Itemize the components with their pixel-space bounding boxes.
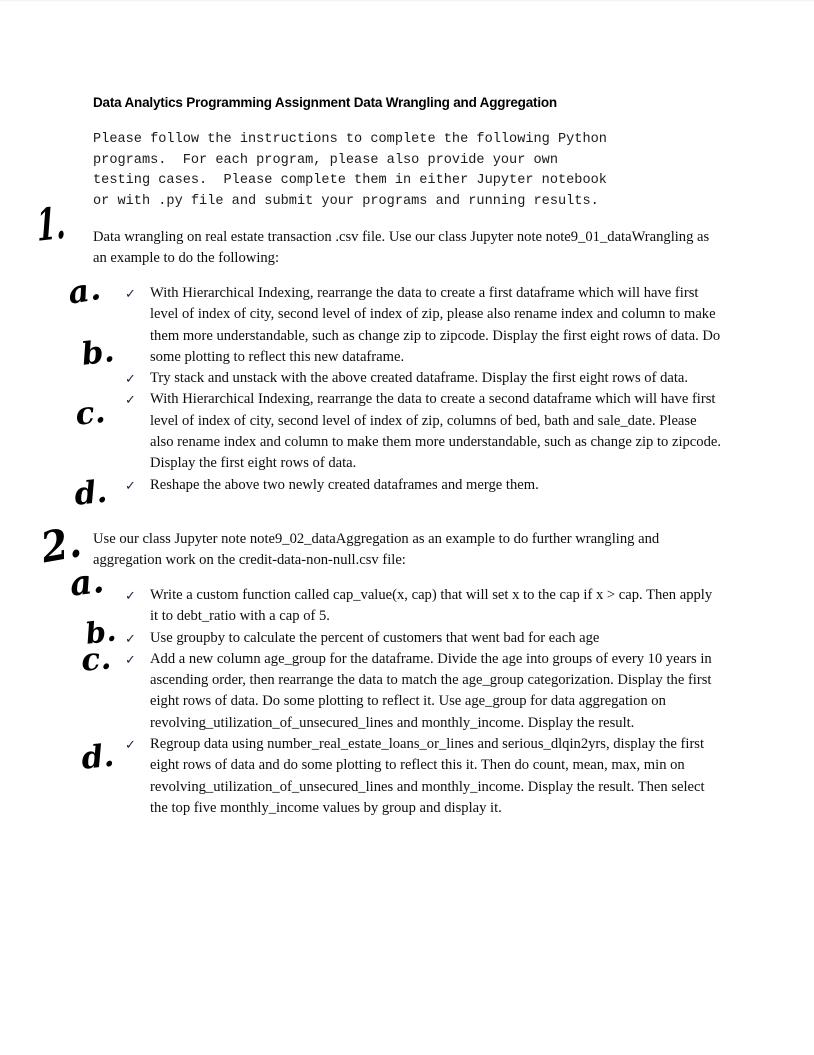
- section-2-bullet-list: ✓ Write a custom function called cap_val…: [122, 585, 722, 819]
- handwritten-annotation-section-2: 2.: [37, 517, 85, 573]
- handwritten-annotation-1d: d.: [72, 473, 109, 513]
- list-item-text: Reshape the above two newly created data…: [150, 476, 539, 493]
- handwritten-annotation-1c: c.: [73, 393, 107, 433]
- instructions-paragraph: Please follow the instructions to comple…: [93, 132, 607, 209]
- handwritten-annotation-section-1: 1.: [35, 197, 67, 252]
- section-1-intro: Data wrangling on real estate transactio…: [93, 229, 710, 267]
- list-item: ✓ Use groupby to calculate the percent o…: [122, 628, 722, 649]
- section-1-bullet-list: ✓ With Hierarchical Indexing, rearrange …: [122, 283, 722, 496]
- list-item-text: Add a new column age_group for the dataf…: [150, 650, 712, 731]
- list-item-text: With Hierarchical Indexing, rearrange th…: [150, 285, 721, 365]
- list-item-text: Regroup data using number_real_estate_lo…: [150, 736, 705, 816]
- list-item: ✓ Reshape the above two newly created da…: [122, 475, 722, 496]
- handwritten-annotation-2c: c.: [79, 640, 113, 679]
- list-item: ✓ With Hierarchical Indexing, rearrange …: [122, 389, 722, 474]
- list-item-text: Use groupby to calculate the percent of …: [150, 629, 600, 646]
- list-item: ✓ With Hierarchical Indexing, rearrange …: [122, 283, 722, 368]
- list-item: ✓ Try stack and unstack with the above c…: [122, 368, 722, 389]
- list-item-text: Write a custom function called cap_value…: [150, 587, 713, 625]
- handwritten-annotation-2d: d.: [79, 737, 116, 777]
- checkmark-icon: ✓: [125, 477, 136, 493]
- checkmark-icon: ✓: [125, 286, 136, 301]
- checkmark-icon: ✓: [125, 371, 136, 387]
- checkmark-icon: ✓: [125, 588, 136, 603]
- handwritten-annotation-1a: a.: [65, 270, 104, 312]
- checkmark-icon: ✓: [125, 392, 136, 408]
- handwritten-annotation-2a: a.: [67, 560, 107, 605]
- page-top-edge: [0, 0, 814, 2]
- list-item-text: Try stack and unstack with the above cre…: [150, 370, 689, 387]
- list-item: ✓ Regroup data using number_real_estate_…: [122, 734, 722, 819]
- handwritten-annotation-1b: b.: [79, 333, 117, 373]
- checkmark-icon: ✓: [125, 630, 136, 646]
- checkmark-icon: ✓: [125, 737, 136, 753]
- list-item-text: With Hierarchical Indexing, rearrange th…: [150, 391, 721, 472]
- list-item: ✓ Write a custom function called cap_val…: [122, 585, 722, 628]
- section-2-intro: Use our class Jupyter note note9_02_data…: [93, 531, 660, 569]
- list-item: ✓ Add a new column age_group for the dat…: [122, 649, 722, 734]
- document-page: Data Analytics Programming Assignment Da…: [0, 0, 814, 1055]
- checkmark-icon: ✓: [125, 651, 136, 667]
- page-title: Data Analytics Programming Assignment Da…: [93, 95, 557, 110]
